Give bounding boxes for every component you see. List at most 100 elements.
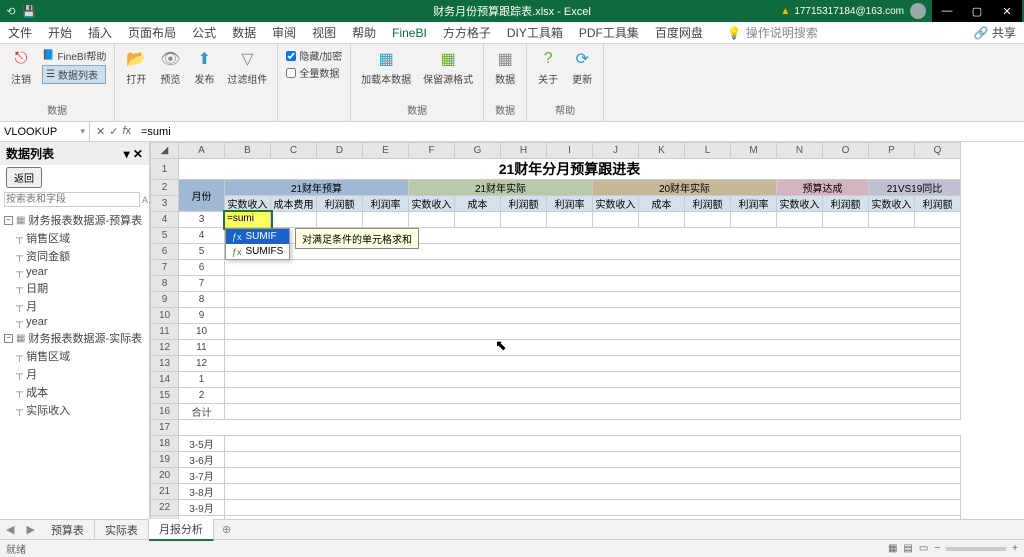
cell[interactable]: 利润额 bbox=[317, 196, 363, 212]
finebi-help-link[interactable]: 📘 FineBI帮助 bbox=[42, 48, 106, 63]
cell[interactable] bbox=[363, 212, 409, 228]
tell-me-search[interactable]: 💡操作说明搜索 bbox=[727, 24, 818, 41]
col-header[interactable]: M bbox=[731, 143, 777, 159]
col-header[interactable]: E bbox=[363, 143, 409, 159]
panel-search-input[interactable] bbox=[4, 192, 140, 207]
cell[interactable]: 11 bbox=[179, 340, 225, 356]
enter-formula-button[interactable]: ✓ bbox=[109, 125, 118, 138]
view-normal-icon[interactable]: ▦ bbox=[888, 543, 897, 554]
sheet-title[interactable]: 21财年分月预算跟进表 bbox=[179, 159, 961, 180]
cell[interactable]: 实数收入 bbox=[225, 196, 271, 212]
cell[interactable]: 3 bbox=[179, 212, 225, 228]
chevron-down-icon[interactable]: ▾ bbox=[80, 126, 85, 137]
cell[interactable] bbox=[179, 420, 961, 436]
tree-field[interactable]: ┬year bbox=[4, 315, 145, 329]
cell[interactable] bbox=[915, 212, 961, 228]
cell[interactable] bbox=[869, 212, 915, 228]
cell[interactable] bbox=[225, 356, 961, 372]
cell[interactable] bbox=[225, 436, 961, 452]
tree-field[interactable]: ┬月 bbox=[4, 365, 145, 383]
cell[interactable] bbox=[317, 212, 363, 228]
menu-help[interactable]: 帮助 bbox=[344, 22, 384, 43]
user-email[interactable]: 17715317184@163.com bbox=[780, 6, 904, 17]
cell[interactable]: 成本 bbox=[455, 196, 501, 212]
row-header[interactable]: 23 bbox=[151, 516, 179, 520]
logout-button[interactable]: ⎋注销 bbox=[6, 46, 36, 88]
col-header[interactable]: I bbox=[547, 143, 593, 159]
cell[interactable]: 21财年实际 bbox=[409, 180, 593, 196]
col-header[interactable]: D bbox=[317, 143, 363, 159]
active-cell[interactable]: =sumi ƒxSUMIF ƒxSUMIFS 对满足条件的单元格求和 bbox=[225, 212, 271, 228]
data-button[interactable]: ▦数据 bbox=[490, 46, 520, 88]
cell[interactable] bbox=[225, 324, 961, 340]
row-header[interactable]: 17 bbox=[151, 420, 179, 436]
cell[interactable] bbox=[271, 212, 317, 228]
row-header[interactable]: 9 bbox=[151, 292, 179, 308]
share-button[interactable]: 🔗 共享 bbox=[974, 24, 1024, 41]
row-header[interactable]: 20 bbox=[151, 468, 179, 484]
tree-field[interactable]: ┬实际收入 bbox=[4, 401, 145, 419]
cell[interactable]: 12 bbox=[179, 356, 225, 372]
col-header[interactable]: P bbox=[869, 143, 915, 159]
row-header[interactable]: 4 bbox=[151, 212, 179, 228]
cell[interactable] bbox=[225, 260, 961, 276]
cell[interactable]: 实数收入 bbox=[409, 196, 455, 212]
menu-diy[interactable]: DIY工具箱 bbox=[499, 22, 571, 43]
sheet-tab[interactable]: 月报分析 bbox=[149, 519, 214, 541]
filter-component-button[interactable]: ▽过滤组件 bbox=[223, 46, 271, 88]
menu-pdf[interactable]: PDF工具集 bbox=[571, 22, 647, 43]
cell[interactable]: 利润额 bbox=[915, 196, 961, 212]
cell[interactable]: 利润率 bbox=[363, 196, 409, 212]
cell[interactable]: 3-5月 bbox=[179, 436, 225, 452]
cell[interactable]: 20财年实际 bbox=[593, 180, 777, 196]
col-header[interactable]: O bbox=[823, 143, 869, 159]
formula-input[interactable]: =sumi bbox=[137, 126, 1024, 138]
menu-finebi[interactable]: FineBI bbox=[384, 22, 435, 43]
cell[interactable] bbox=[777, 212, 823, 228]
row-header[interactable]: 2 bbox=[151, 180, 179, 196]
cell[interactable]: 利润额 bbox=[685, 196, 731, 212]
cell[interactable]: 实数收入 bbox=[869, 196, 915, 212]
row-header[interactable]: 11 bbox=[151, 324, 179, 340]
col-header[interactable]: C bbox=[271, 143, 317, 159]
cell[interactable] bbox=[225, 340, 961, 356]
cell[interactable]: 3-8月 bbox=[179, 484, 225, 500]
name-box[interactable]: VLOOKUP▾ bbox=[0, 122, 90, 141]
col-header[interactable]: G bbox=[455, 143, 501, 159]
cell[interactable]: 利润率 bbox=[547, 196, 593, 212]
row-header[interactable]: 3 bbox=[151, 196, 179, 212]
autosave-icon[interactable]: ⟲ bbox=[4, 4, 18, 18]
cell[interactable] bbox=[225, 372, 961, 388]
row-header[interactable]: 10 bbox=[151, 308, 179, 324]
intellisense-item[interactable]: ƒxSUMIFS bbox=[226, 244, 289, 259]
cell[interactable] bbox=[639, 212, 685, 228]
open-button[interactable]: 📂打开 bbox=[121, 46, 151, 88]
menu-view[interactable]: 视图 bbox=[304, 22, 344, 43]
cell[interactable] bbox=[225, 452, 961, 468]
keep-format-button[interactable]: ▦保留源格式 bbox=[419, 46, 477, 88]
tree-field[interactable]: ┬资同金额 bbox=[4, 247, 145, 265]
col-header[interactable]: A bbox=[179, 143, 225, 159]
row-header[interactable]: 18 bbox=[151, 436, 179, 452]
cell[interactable]: 7 bbox=[179, 276, 225, 292]
cell[interactable]: 合计 bbox=[179, 404, 225, 420]
cell[interactable] bbox=[823, 212, 869, 228]
cell[interactable] bbox=[455, 212, 501, 228]
tree-field[interactable]: ┬year bbox=[4, 265, 145, 279]
worksheet[interactable]: ◢ A B C D E F G H I J K L M N O P Q 121财… bbox=[150, 142, 1024, 519]
cell[interactable] bbox=[225, 484, 961, 500]
add-sheet-button[interactable]: ⊕ bbox=[214, 523, 239, 536]
cell[interactable] bbox=[731, 212, 777, 228]
menu-ffgz[interactable]: 方方格子 bbox=[435, 22, 499, 43]
cell[interactable]: 21VS19同比 bbox=[869, 180, 961, 196]
zoom-slider[interactable] bbox=[946, 547, 1006, 551]
hide-encrypt-check[interactable]: 隐藏/加密 bbox=[286, 48, 342, 63]
menu-file[interactable]: 文件 bbox=[0, 22, 40, 43]
cell[interactable]: 成本 bbox=[639, 196, 685, 212]
cell[interactable]: 利润率 bbox=[731, 196, 777, 212]
cell[interactable]: 6 bbox=[179, 260, 225, 276]
save-icon[interactable]: 💾 bbox=[22, 4, 36, 18]
row-header[interactable]: 1 bbox=[151, 159, 179, 180]
load-data-button[interactable]: ▦加载本数据 bbox=[357, 46, 415, 88]
row-header[interactable]: 6 bbox=[151, 244, 179, 260]
